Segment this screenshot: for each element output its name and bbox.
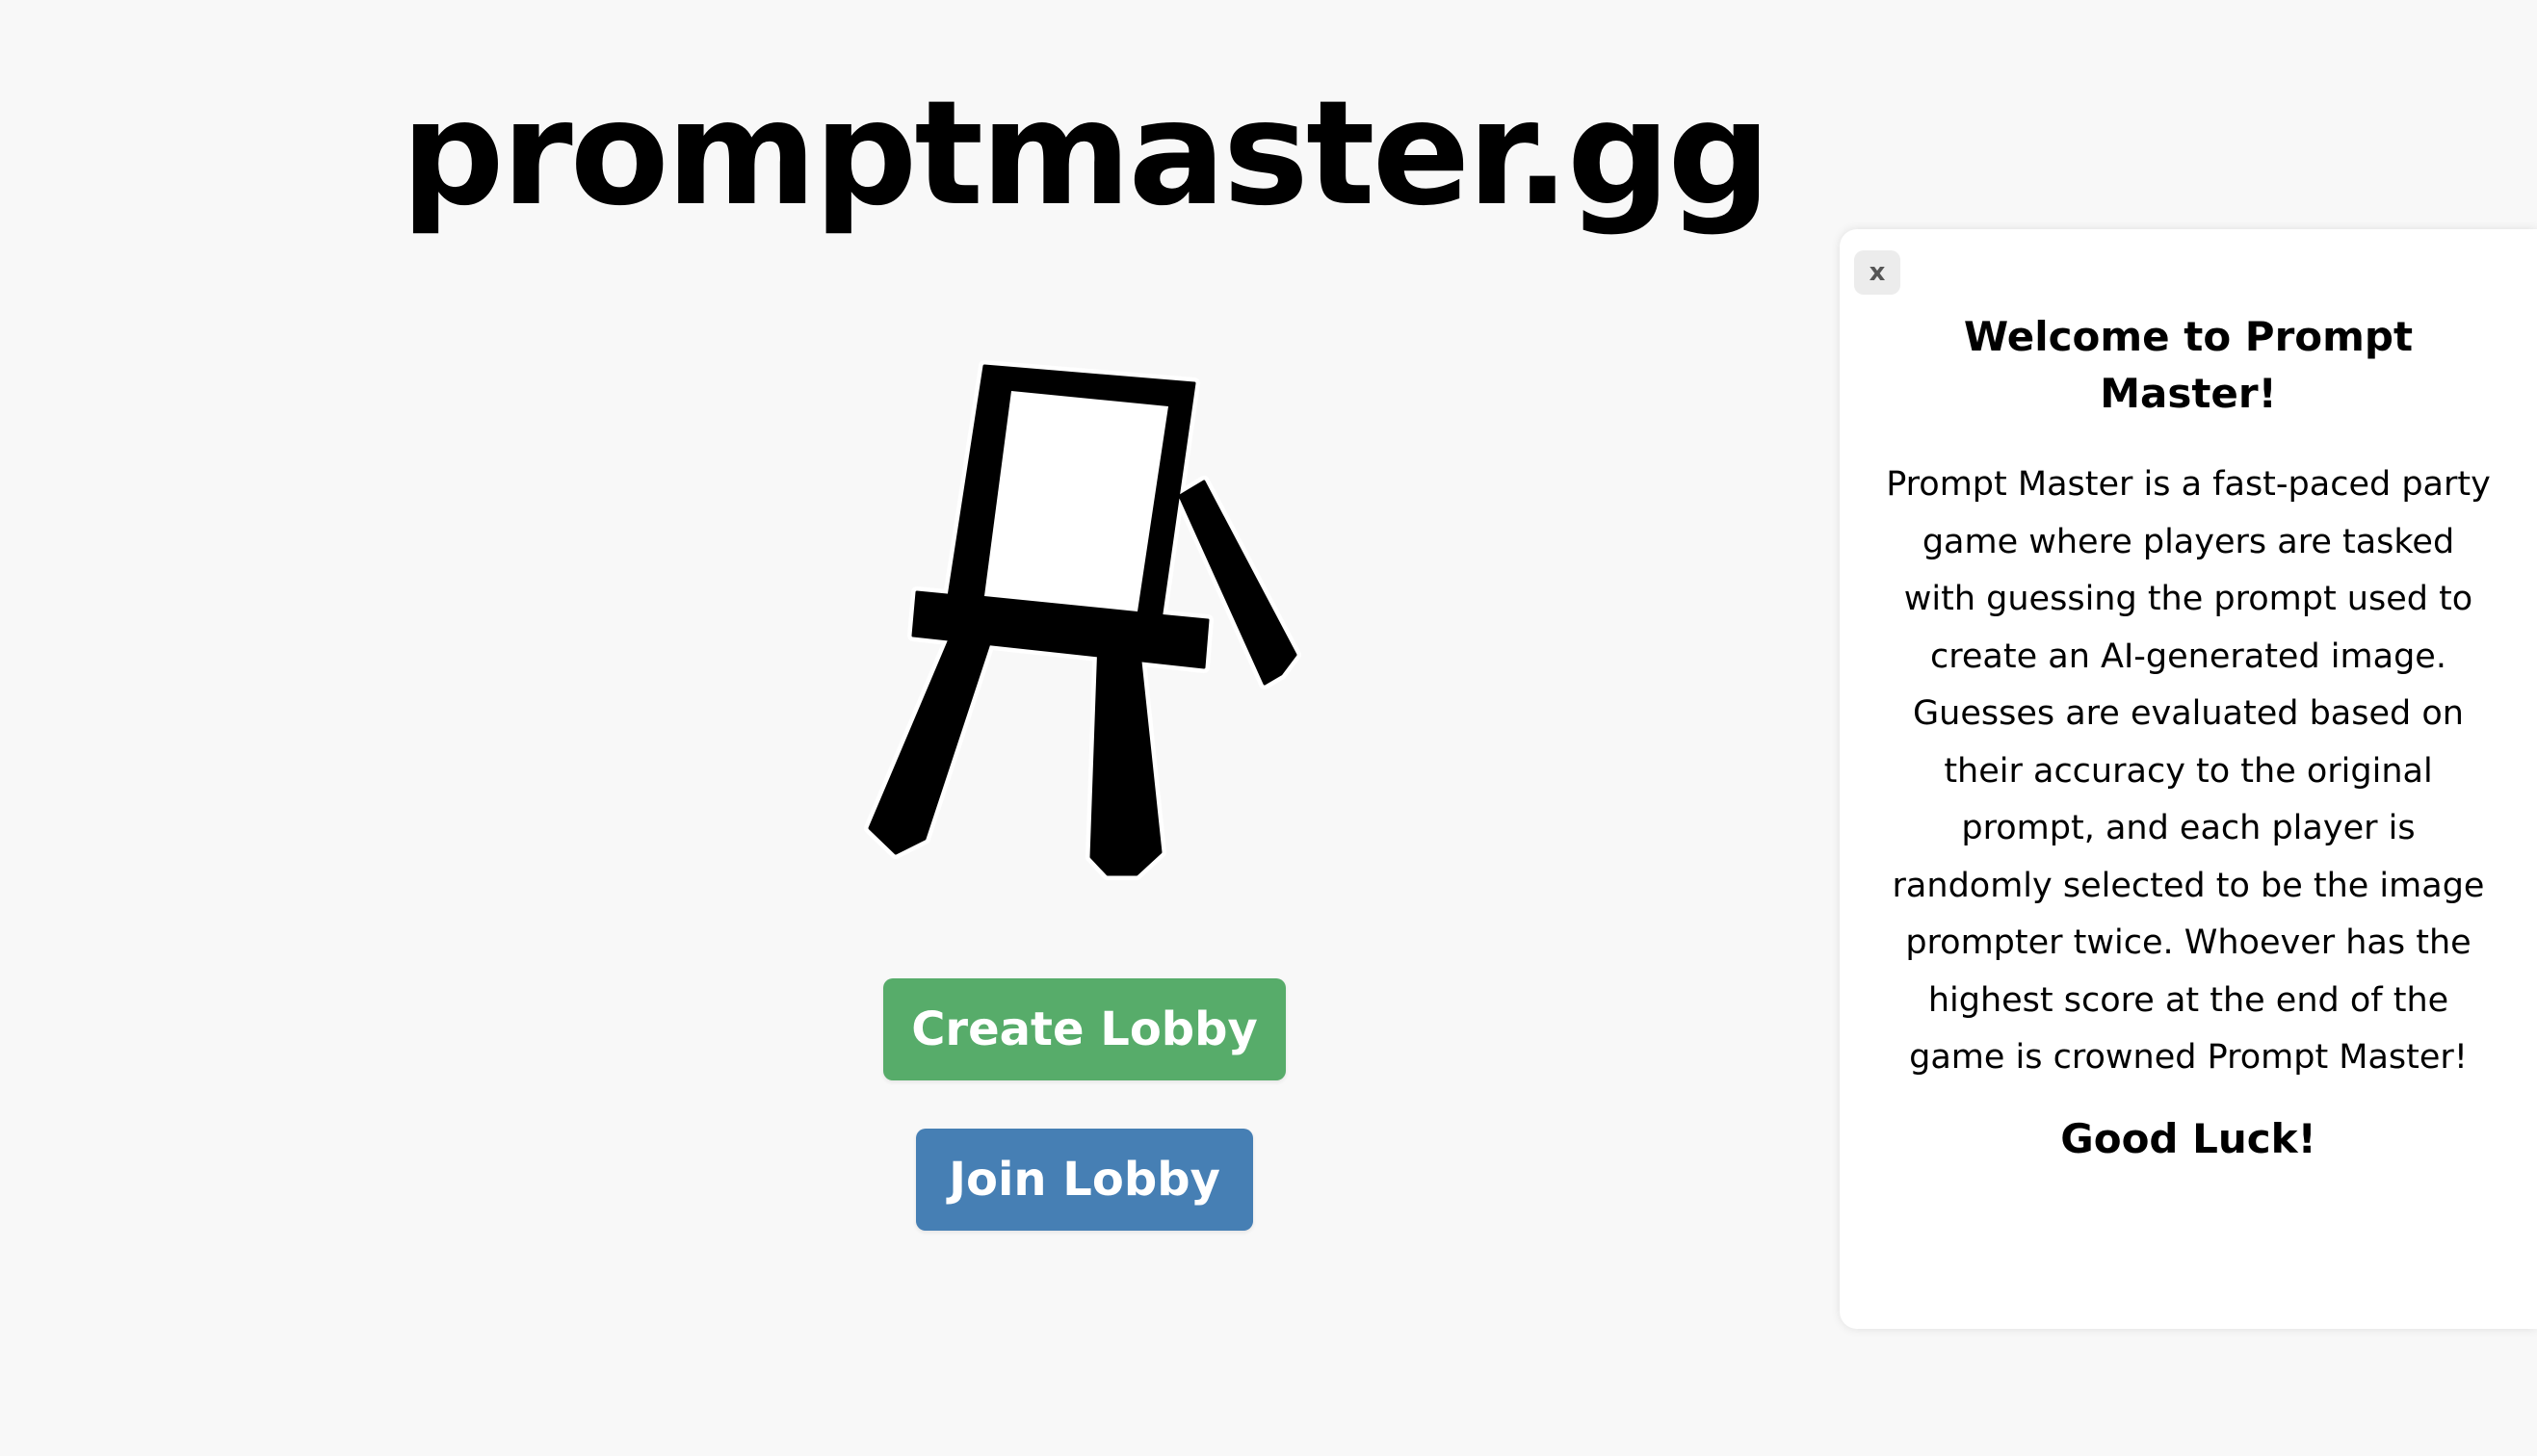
create-lobby-button[interactable]: Create Lobby: [883, 978, 1286, 1080]
join-lobby-button[interactable]: Join Lobby: [916, 1129, 1253, 1231]
welcome-footer: Good Luck!: [2060, 1114, 2316, 1162]
welcome-description: Prompt Master is a fast-paced party game…: [1886, 465, 2491, 1077]
easel-icon: [864, 360, 1301, 880]
close-button[interactable]: x: [1854, 250, 1900, 295]
site-title: promptmaster.gg: [401, 70, 1770, 238]
easel-canvas: [984, 391, 1168, 611]
welcome-panel: x Welcome to Prompt Master! Prompt Maste…: [1840, 229, 2537, 1329]
welcome-title: Welcome to Prompt Master!: [1963, 313, 2414, 417]
